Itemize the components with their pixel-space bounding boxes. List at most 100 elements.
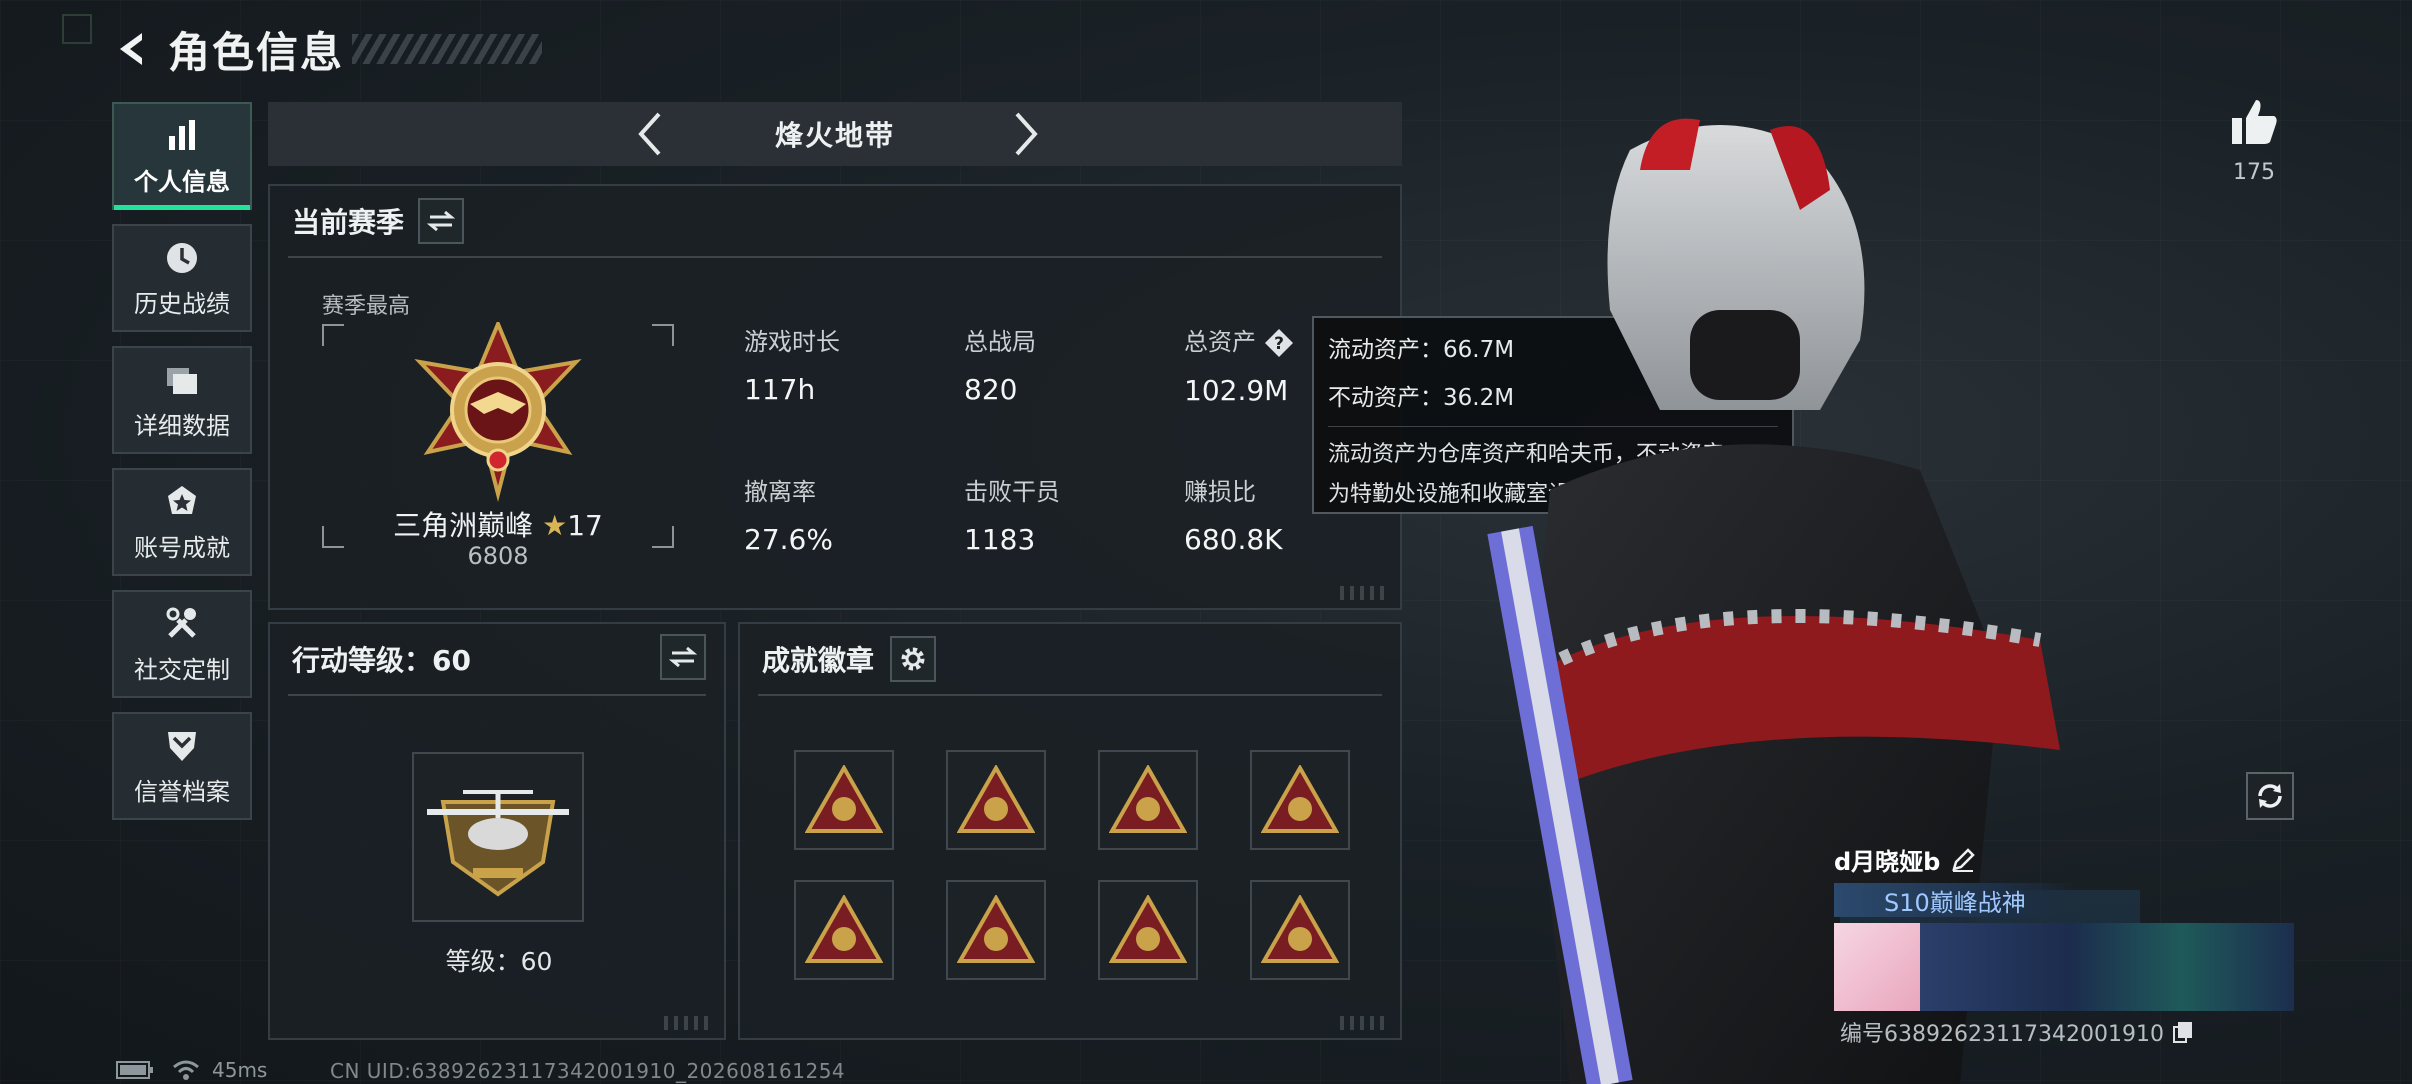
- swap-icon: [669, 646, 697, 668]
- achievement-badge[interactable]: [1250, 880, 1350, 980]
- season-best-label: 赛季最高: [322, 294, 411, 319]
- stat-kills: 击败干员 1183: [964, 478, 1060, 556]
- status-bar: 45ms: [116, 1058, 267, 1082]
- badges-settings-button[interactable]: [890, 636, 937, 682]
- sidebar-item-social[interactable]: 社交定制: [112, 590, 252, 698]
- swap-icon: [427, 210, 456, 232]
- panel-corner-decoration: [1340, 1016, 1390, 1030]
- wifi-icon: [173, 1060, 199, 1080]
- badge-triangle-icon: [957, 765, 1035, 833]
- refresh-button[interactable]: [2246, 772, 2294, 820]
- gear-icon: [901, 647, 925, 671]
- sidebar-item-label: 社交定制: [134, 655, 230, 684]
- action-level-title: 行动等级：60: [292, 644, 471, 677]
- sidebar-item-label: 信誉档案: [134, 777, 230, 806]
- badge-triangle-icon: [805, 895, 883, 963]
- divider: [288, 256, 1382, 258]
- action-level-switch-button[interactable]: [660, 634, 706, 680]
- sidebar-item-label: 详细数据: [134, 411, 230, 440]
- player-name: d月晓娅b: [1834, 842, 2294, 877]
- star-icon: ★: [542, 509, 568, 542]
- player-avatar[interactable]: [1834, 923, 1920, 1011]
- badge-triangle-icon: [1261, 895, 1339, 963]
- sidebar-item-label: 个人信息: [134, 167, 230, 196]
- helicopter-emblem-icon: [427, 790, 569, 897]
- player-id: 编号6389262311734200191​0: [1840, 1016, 2194, 1048]
- achievement-badge[interactable]: [1098, 880, 1198, 980]
- divider: [288, 694, 706, 696]
- player-title-badge: S10巅峰战神: [1834, 883, 2074, 917]
- mode-title: 烽火地带: [774, 119, 895, 152]
- sidebar-item-credit[interactable]: 信誉档案: [112, 712, 252, 820]
- tools-icon: [162, 604, 202, 644]
- uid-text: CN UID:6389262311734200191​0_20260816125…: [330, 1059, 846, 1083]
- player-banner: [1920, 923, 2294, 1011]
- mode-next-button[interactable]: [1004, 112, 1048, 156]
- rank-stars: 17: [567, 509, 603, 542]
- rank-score: 6808: [467, 542, 529, 570]
- back-button[interactable]: [110, 27, 154, 71]
- title-decoration: [352, 34, 543, 64]
- stat-profit-ratio: 赚损比 680.8K: [1184, 478, 1283, 556]
- player-title-text: S10巅峰战神: [1884, 888, 2026, 917]
- achievement-badge[interactable]: [794, 880, 894, 980]
- chevron-left-icon: [638, 112, 661, 156]
- season-panel: 当前赛季 赛季最高 三角洲巅峰 ★17 6808 游戏时长 117h 总战局 820…: [268, 184, 1402, 610]
- achievement-star-icon: [162, 482, 202, 522]
- stat-total-matches: 总战局 820: [964, 328, 1036, 406]
- help-icon[interactable]: ?: [1264, 328, 1294, 358]
- panel-corner-decoration: [1340, 586, 1390, 600]
- bar-chart-icon: [162, 116, 202, 156]
- action-level-panel: 行动等级：60 等级：60: [268, 622, 726, 1040]
- sidebar: 个人信息 历史战绩 详细数据 账号成就 社交定制 信誉档案: [112, 102, 252, 834]
- player-card-strip: [1834, 923, 2294, 1011]
- shield-chevron-icon: [162, 726, 202, 766]
- action-level-header: 行动等级：60: [270, 624, 724, 694]
- corner-mark: [62, 14, 92, 44]
- page-header: 角色信息: [110, 24, 543, 77]
- player-card: d月晓娅b S10巅峰战神: [1834, 842, 2294, 1011]
- sidebar-item-achievements[interactable]: 账号成就: [112, 468, 252, 576]
- achievement-badges-panel: 成就徽章: [738, 622, 1402, 1040]
- sidebar-item-details[interactable]: 详细数据: [112, 346, 252, 454]
- refresh-icon: [2258, 784, 2282, 808]
- badges-title: 成就徽章: [762, 644, 875, 677]
- like-count: 175: [2233, 160, 2275, 185]
- mode-prev-button[interactable]: [628, 112, 672, 156]
- stat-total-assets: 总资产 ? 102.9M: [1184, 322, 1294, 407]
- stat-extraction-rate: 撤离率 27.6%: [744, 478, 833, 556]
- season-switch-button[interactable]: [418, 198, 465, 244]
- mode-selector: 烽火地带: [268, 102, 1402, 166]
- achievement-badge[interactable]: [794, 750, 894, 850]
- achievement-badge[interactable]: [946, 880, 1046, 980]
- badge-triangle-icon: [1261, 765, 1339, 833]
- rank-name: 三角洲巅峰 ★17: [393, 509, 603, 542]
- achievement-badge[interactable]: [946, 750, 1046, 850]
- badge-triangle-icon: [957, 895, 1035, 963]
- like-button[interactable]: [2228, 96, 2280, 148]
- achievement-badge[interactable]: [1250, 750, 1350, 850]
- badge-triangle-icon: [1109, 895, 1187, 963]
- badge-triangle-icon: [1109, 765, 1187, 833]
- ping-text: 45ms: [212, 1058, 268, 1082]
- action-level-emblem: [412, 752, 584, 922]
- sidebar-item-profile[interactable]: 个人信息: [112, 102, 252, 210]
- badges-header: 成就徽章: [740, 624, 1400, 694]
- back-arrow-icon: [120, 33, 142, 65]
- panel-corner-decoration: [664, 1016, 714, 1030]
- clock-history-icon: [162, 238, 202, 278]
- achievement-badge[interactable]: [1098, 750, 1198, 850]
- sidebar-item-history[interactable]: 历史战绩: [112, 224, 252, 332]
- rank-emblem-icon: [414, 322, 582, 502]
- svg-text:?: ?: [1274, 334, 1284, 354]
- copy-icon[interactable]: [2172, 1020, 2194, 1044]
- badge-triangle-icon: [805, 765, 883, 833]
- folder-stack-icon: [162, 360, 202, 400]
- sidebar-item-label: 历史战绩: [134, 289, 230, 318]
- stat-playtime: 游戏时长 117h: [744, 328, 840, 406]
- action-level-text: 等级：60: [445, 947, 553, 976]
- edit-name-icon[interactable]: [1950, 847, 1976, 873]
- chevron-right-icon: [1015, 112, 1038, 156]
- divider: [758, 694, 1382, 696]
- sidebar-item-label: 账号成就: [134, 533, 230, 562]
